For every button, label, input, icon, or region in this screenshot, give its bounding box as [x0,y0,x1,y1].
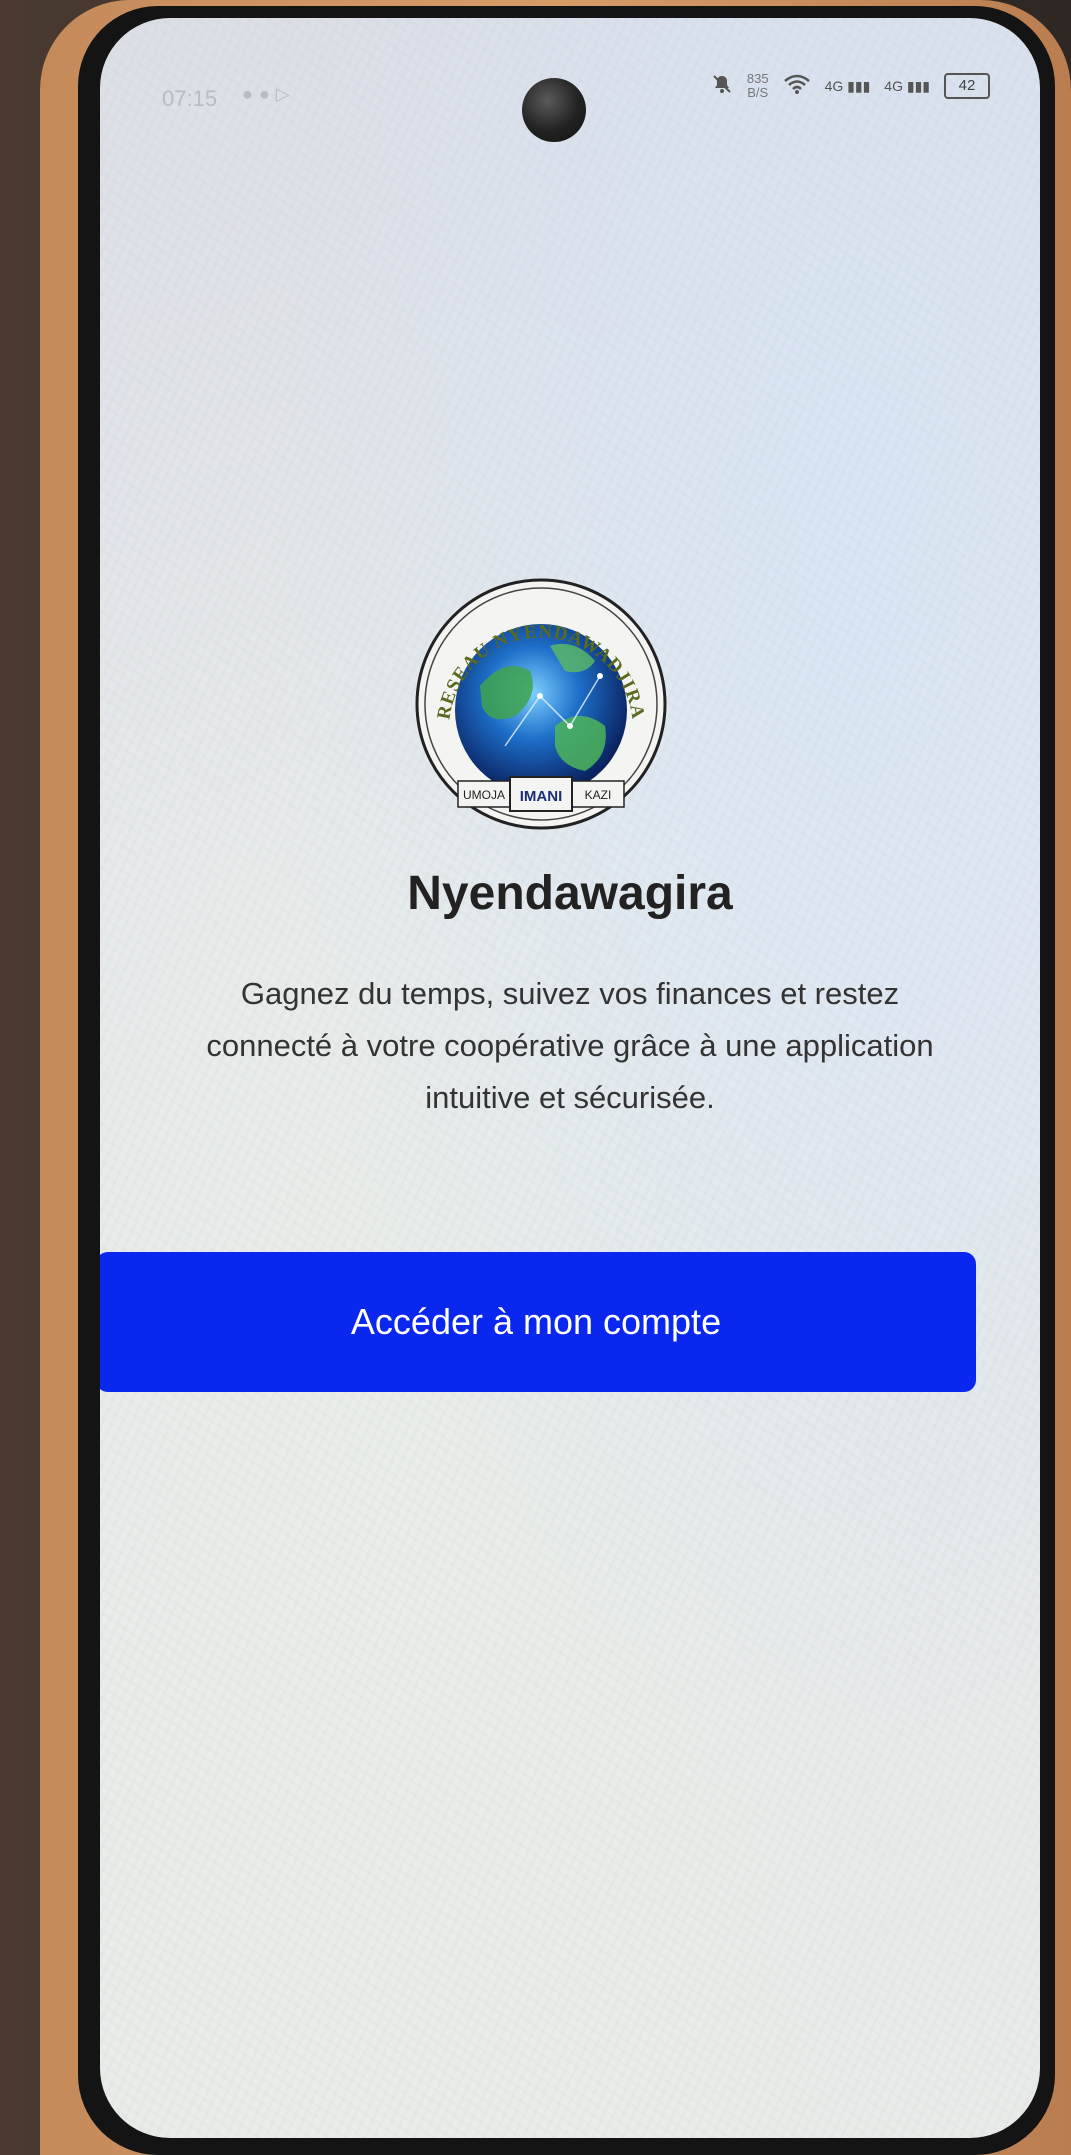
play-store-icon: ▷ [275,84,296,104]
network-speed-unit: B/S [747,85,769,100]
cooperative-logo: RESEAU NYENDAWADJIRA UMOJA IMANI KAZI [410,576,672,836]
front-camera [522,78,586,142]
sim1-network-label: 4G [824,77,844,94]
status-time: 07:15 [162,86,218,111]
mute-bell-icon [711,73,733,100]
logo-banner-right: KAZI [585,788,612,802]
logo-banner-center: IMANI [520,788,563,805]
access-account-button[interactable]: Accéder à mon compte [100,1252,976,1392]
notification-icons: ●●▷ [242,84,296,105]
wifi-icon [783,73,811,100]
status-bar: 07:15 ●●▷ 835 B/S 4G ▮▮▮ 4G ▮▮▮ 42 [100,56,1040,142]
sim1-signal: 4G ▮▮▮ [825,78,871,95]
sim2-network-label: 4G [884,77,903,94]
sim2-signal: 4G ▮▮▮ [884,78,930,95]
signal-bars-icon: ▮▮▮ [906,77,930,94]
signal-bars-icon: ▮▮▮ [847,77,871,94]
status-right-icons: 835 B/S 4G ▮▮▮ 4G ▮▮▮ 42 [711,66,990,106]
app-screen: 07:15 ●●▷ 835 B/S 4G ▮▮▮ 4G ▮▮▮ 42 RESEA… [100,18,1040,2138]
app-title: Nyendawagira [407,867,733,920]
battery-indicator: 42 [944,73,990,99]
notification-dot-icon: ● [258,84,276,104]
logo-banner-left: UMOJA [463,788,505,802]
notification-dot-icon: ● [242,84,259,104]
network-speed-value: 835 [746,71,769,86]
app-tagline: Gagnez du temps, suivez vos finances et … [206,976,934,1115]
network-speed: 835 B/S [747,72,769,100]
